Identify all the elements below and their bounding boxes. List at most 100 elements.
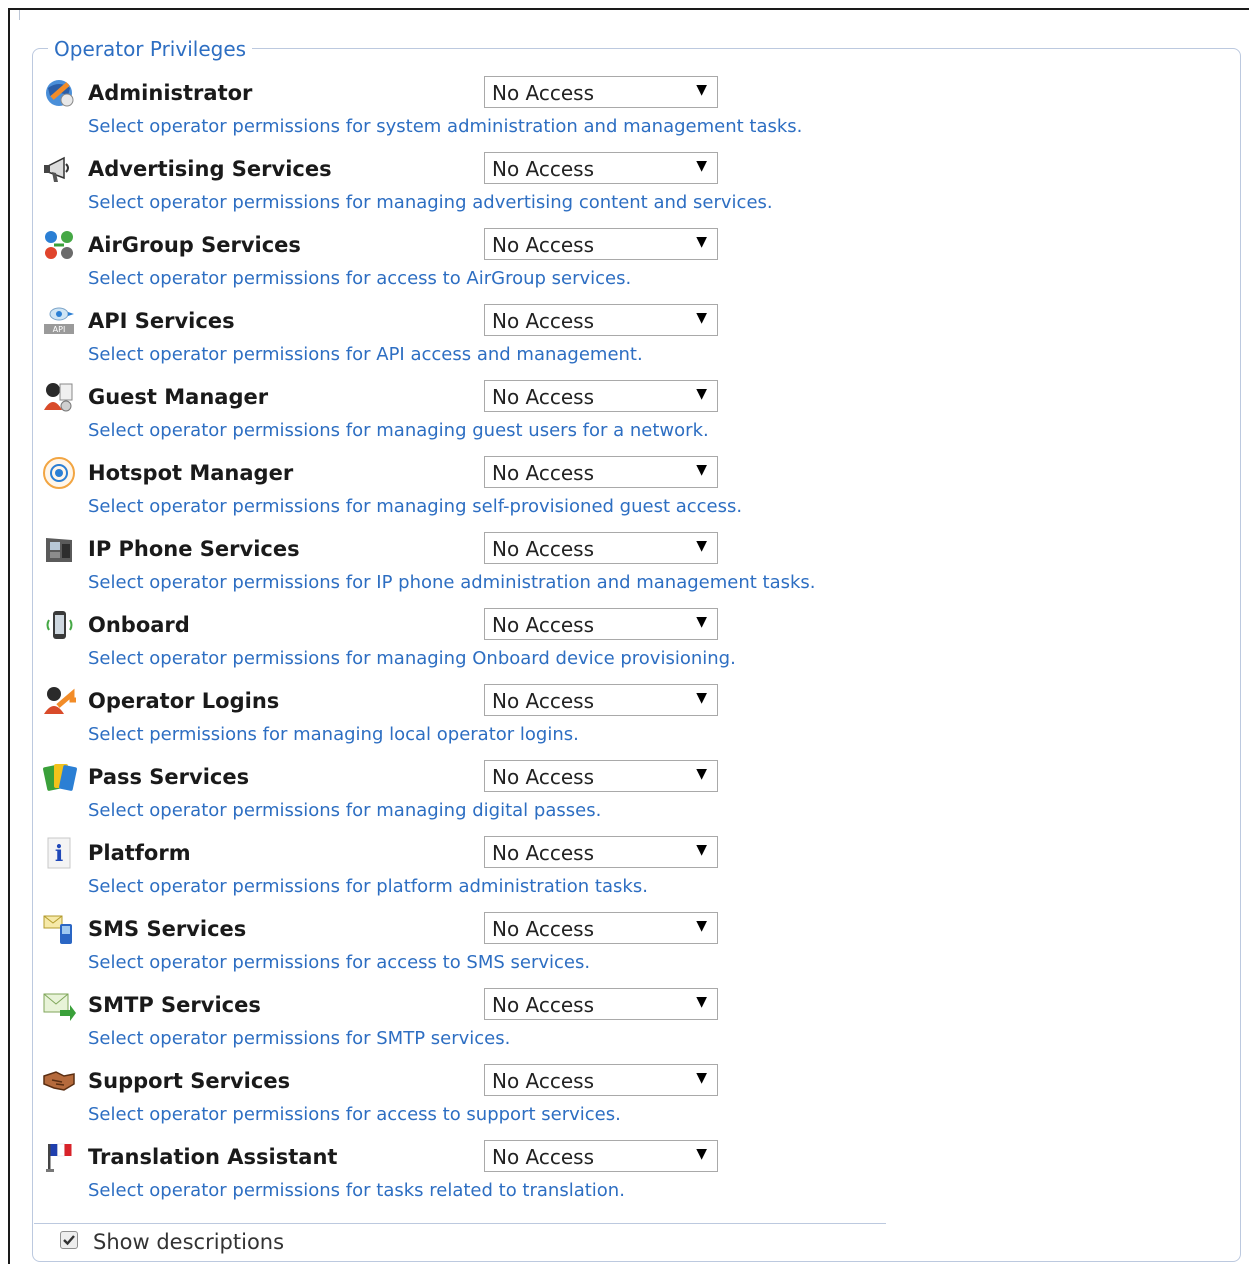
operator-logins-access-select[interactable]: No Access ▼ [484,684,718,716]
privilege-row-operator-logins: Operator Logins No Access ▼ Select permissi… [40,684,940,760]
privilege-row-guest-manager: Guest Manager No Access ▼ Select operator p… [40,380,940,456]
hotspot-icon [42,456,78,490]
megaphone-icon [42,152,78,186]
privilege-title: SMTP Services [88,993,261,1017]
privilege-description: Select operator permissions for system a… [88,116,803,137]
select-value: No Access [492,765,595,789]
select-value: No Access [492,461,595,485]
fieldset-legend: Operator Privileges [48,36,253,62]
onboard-device-icon [42,608,78,642]
dropdown-arrow-icon: ▼ [696,994,707,1010]
translation-assistant-access-select[interactable]: No Access ▼ [484,1140,718,1172]
dropdown-arrow-icon: ▼ [696,842,707,858]
privilege-description: Select operator permissions for tasks re… [88,1180,625,1201]
privilege-row-ip-phone-services: IP Phone Services No Access ▼ Select operat… [40,532,940,608]
privilege-description: Select operator permissions for access t… [88,952,591,973]
privilege-title: API Services [88,309,235,333]
privilege-title: Advertising Services [88,157,332,181]
privilege-row-airgroup-services: AirGroup Services No Access ▼ Select operat… [40,228,940,304]
svg-text:API: API [53,325,66,334]
dropdown-arrow-icon: ▼ [696,918,707,934]
dropdown-arrow-icon: ▼ [696,1146,707,1162]
privilege-title: Operator Logins [88,689,280,713]
dropdown-arrow-icon: ▼ [696,766,707,782]
sms-icon [42,912,78,946]
privilege-title: Administrator [88,81,253,105]
select-value: No Access [492,841,595,865]
api-icon: API [42,304,78,338]
dropdown-arrow-icon: ▼ [696,234,707,250]
airgroup-icon [42,228,78,262]
select-value: No Access [492,993,595,1017]
airgroup-services-access-select[interactable]: No Access ▼ [484,228,718,260]
operator-logins-icon [42,684,78,718]
smtp-services-access-select[interactable]: No Access ▼ [484,988,718,1020]
privilege-description: Select operator permissions for access t… [88,268,632,289]
privilege-row-pass-services: Pass Services No Access ▼ Select operator p… [40,760,940,836]
privilege-description: Select operator permissions for SMTP ser… [88,1028,511,1049]
select-value: No Access [492,233,595,257]
dropdown-arrow-icon: ▼ [696,1070,707,1086]
api-services-access-select[interactable]: No Access ▼ [484,304,718,336]
privilege-row-platform: i Platform No Access ▼ Select operator permi… [40,836,940,912]
privilege-title: Hotspot Manager [88,461,294,485]
privilege-title: Translation Assistant [88,1145,338,1169]
footer-separator [34,1223,886,1224]
platform-access-select[interactable]: No Access ▼ [484,836,718,868]
privilege-description: Select operator permissions for managing… [88,420,709,441]
show-descriptions-label: Show descriptions [93,1230,285,1254]
privilege-title: Onboard [88,613,190,637]
privilege-description: Select operator permissions for managing… [88,648,736,669]
select-value: No Access [492,1145,595,1169]
privilege-row-advertising-services: Advertising Services No Access ▼ Select ope… [40,152,940,228]
privilege-row-sms-services: SMS Services No Access ▼ Select operator pe… [40,912,940,988]
select-value: No Access [492,1069,595,1093]
privilege-row-translation-assistant: Translation Assistant No Access ▼ Select op… [40,1140,940,1216]
privilege-row-hotspot-manager: Hotspot Manager No Access ▼ Select operator… [40,456,940,532]
privilege-description: Select operator permissions for API acce… [88,344,643,365]
select-value: No Access [492,917,595,941]
support-services-access-select[interactable]: No Access ▼ [484,1064,718,1096]
privilege-title: Pass Services [88,765,250,789]
privilege-description: Select operator permissions for managing… [88,800,602,821]
privilege-title: Guest Manager [88,385,269,409]
pass-services-access-select[interactable]: No Access ▼ [484,760,718,792]
dropdown-arrow-icon: ▼ [696,310,707,326]
privilege-description: Select operator permissions for platform… [88,876,648,897]
privilege-description: Select permissions for managing local op… [88,724,579,745]
privilege-row-smtp-services: SMTP Services No Access ▼ Select operator p… [40,988,940,1064]
onboard-access-select[interactable]: No Access ▼ [484,608,718,640]
privilege-row-administrator: Administrator No Access ▼ Select operator p… [40,76,940,152]
privilege-description: Select operator permissions for IP phone… [88,572,816,593]
privilege-title: SMS Services [88,917,247,941]
select-value: No Access [492,613,595,637]
smtp-mail-icon [42,988,78,1022]
hotspot-manager-access-select[interactable]: No Access ▼ [484,456,718,488]
advertising-services-access-select[interactable]: No Access ▼ [484,152,718,184]
administrator-icon [42,76,78,110]
dropdown-arrow-icon: ▼ [696,386,707,402]
administrator-access-select[interactable]: No Access ▼ [484,76,718,108]
guest-manager-icon [42,380,78,414]
dropdown-arrow-icon: ▼ [696,690,707,706]
dropdown-arrow-icon: ▼ [696,614,707,630]
privilege-row-support-services: Support Services No Access ▼ Select operato… [40,1064,940,1140]
select-value: No Access [492,537,595,561]
dropdown-arrow-icon: ▼ [696,158,707,174]
translation-flag-icon [42,1140,78,1174]
dropdown-arrow-icon: ▼ [696,82,707,98]
dropdown-arrow-icon: ▼ [696,462,707,478]
privilege-description: Select operator permissions for managing… [88,192,773,213]
privilege-title: AirGroup Services [88,233,301,257]
show-descriptions-checkbox[interactable] [60,1231,78,1249]
handshake-icon [42,1064,78,1098]
privilege-title: Support Services [88,1069,291,1093]
privilege-row-api-services: API API Services No Access ▼ Select operator… [40,304,940,380]
select-value: No Access [492,81,595,105]
sms-services-access-select[interactable]: No Access ▼ [484,912,718,944]
ip-phone-services-access-select[interactable]: No Access ▼ [484,532,718,564]
select-value: No Access [492,689,595,713]
guest-manager-access-select[interactable]: No Access ▼ [484,380,718,412]
privilege-title: Platform [88,841,191,865]
select-value: No Access [492,385,595,409]
